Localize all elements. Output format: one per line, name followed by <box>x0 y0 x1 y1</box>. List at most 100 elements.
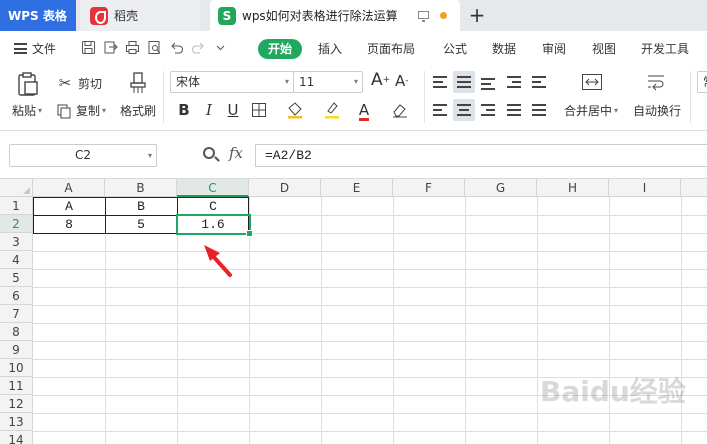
redo-icon[interactable] <box>190 40 206 56</box>
align-bottom-icon[interactable] <box>477 71 499 93</box>
cell-b1[interactable]: B <box>105 198 177 216</box>
cell-a1[interactable]: A <box>33 198 105 216</box>
tab-document[interactable]: S wps如何对表格进行除法运算 <box>210 0 460 31</box>
row-header-5[interactable]: 5 <box>0 269 33 287</box>
distributed-align-icon[interactable] <box>528 99 550 121</box>
customize-chevron-icon[interactable] <box>212 40 228 56</box>
active-cell-selection[interactable] <box>176 214 253 237</box>
font-name-select[interactable]: 宋体 ▾ <box>170 71 294 93</box>
print-preview-icon[interactable] <box>146 40 162 56</box>
column-header-f[interactable]: F <box>393 179 465 197</box>
row-header-3[interactable]: 3 <box>0 233 33 251</box>
justify-icon[interactable] <box>503 99 525 121</box>
decrease-indent-icon[interactable] <box>503 71 525 93</box>
daoke-logo-icon <box>90 6 108 25</box>
name-box[interactable]: C2 ▾ <box>9 144 157 167</box>
format-painter-icon[interactable] <box>128 71 148 95</box>
column-header-j-partial[interactable] <box>681 179 707 197</box>
zoom-icon[interactable] <box>203 147 215 159</box>
decrease-font-icon[interactable]: A- <box>395 72 409 90</box>
export-icon[interactable] <box>102 40 118 56</box>
column-header-i[interactable]: I <box>609 179 681 197</box>
tab-insert[interactable]: 插入 <box>318 39 342 59</box>
border-icon[interactable] <box>248 99 270 121</box>
fx-icon[interactable]: fx <box>229 144 243 162</box>
increase-indent-icon[interactable] <box>528 71 550 93</box>
new-tab-button[interactable]: + <box>466 4 488 26</box>
formula-input[interactable]: =A2/B2 <box>255 144 707 167</box>
font-color-icon[interactable]: A <box>353 99 375 121</box>
tab-start[interactable]: 开始 <box>258 39 303 59</box>
tab-page-layout[interactable]: 页面布局 <box>367 39 415 59</box>
scissors-icon: ✂ <box>58 74 72 92</box>
row-header-13[interactable]: 13 <box>0 413 33 431</box>
cell-a2[interactable]: 8 <box>33 216 105 234</box>
paste-label[interactable]: 粘贴 ▾ <box>12 102 42 119</box>
align-left-icon[interactable] <box>429 99 451 121</box>
copy-button[interactable]: 复制 ▾ <box>56 102 106 119</box>
gridline <box>393 197 394 444</box>
gridline <box>33 431 707 432</box>
highlight-icon[interactable] <box>321 99 343 121</box>
increase-font-icon[interactable]: A + <box>371 70 390 90</box>
column-header-c[interactable]: C <box>177 179 249 197</box>
title-bar: WPS 表格 稻壳 S wps如何对表格进行除法运算 + <box>0 0 707 31</box>
row-header-7[interactable]: 7 <box>0 305 33 323</box>
menu-bar: 文件 开始 插入 页面布局 公式 数据 审阅 视图 开发工具 <box>0 31 707 65</box>
row-header-1[interactable]: 1 <box>0 197 33 215</box>
align-right-icon[interactable] <box>477 99 499 121</box>
wrap-text-button[interactable]: 自动换行 <box>633 102 681 119</box>
row-header-2[interactable]: 2 <box>0 215 33 233</box>
merge-center-button[interactable]: 合并居中 ▾ <box>564 102 618 119</box>
select-all-corner[interactable] <box>0 179 33 197</box>
align-middle-icon[interactable] <box>453 71 475 93</box>
italic-icon[interactable]: I <box>198 99 220 121</box>
column-header-h[interactable]: H <box>537 179 609 197</box>
row-header-12[interactable]: 12 <box>0 395 33 413</box>
monitor-icon[interactable] <box>418 11 429 22</box>
tab-label: WPS 表格 <box>8 9 67 23</box>
bold-icon[interactable]: B <box>173 99 195 121</box>
cell-b2[interactable]: 5 <box>105 216 177 234</box>
column-header-a[interactable]: A <box>33 179 105 197</box>
wrap-text-icon[interactable] <box>645 71 667 93</box>
tab-daoke[interactable]: 稻壳 <box>80 0 200 31</box>
column-header-b[interactable]: B <box>105 179 177 197</box>
format-painter-label[interactable]: 格式刷 <box>120 102 156 119</box>
font-size-select[interactable]: 11 ▾ <box>293 71 363 93</box>
tab-label: 稻壳 <box>114 9 139 23</box>
merge-center-icon[interactable] <box>581 71 603 93</box>
tab-formulas[interactable]: 公式 <box>443 39 467 59</box>
gridline <box>33 251 707 252</box>
column-header-g[interactable]: G <box>465 179 537 197</box>
tab-developer[interactable]: 开发工具 <box>641 39 689 59</box>
column-header-e[interactable]: E <box>321 179 393 197</box>
row-header-11[interactable]: 11 <box>0 377 33 395</box>
align-center-icon[interactable] <box>453 99 475 121</box>
tab-data[interactable]: 数据 <box>492 39 516 59</box>
paste-button[interactable] <box>14 71 44 97</box>
underline-icon[interactable]: U <box>222 99 244 121</box>
clipboard-icon <box>18 72 38 96</box>
number-format-select[interactable]: 常 <box>697 71 707 93</box>
clear-format-icon[interactable] <box>389 99 411 121</box>
row-header-14[interactable]: 14 <box>0 431 33 444</box>
save-icon[interactable] <box>80 40 96 56</box>
undo-icon[interactable] <box>168 40 184 56</box>
row-header-8[interactable]: 8 <box>0 323 33 341</box>
column-header-d[interactable]: D <box>249 179 321 197</box>
align-top-icon[interactable] <box>429 71 451 93</box>
row-header-6[interactable]: 6 <box>0 287 33 305</box>
file-menu[interactable]: 文件 <box>14 40 56 57</box>
cut-button[interactable]: ✂ 剪切 <box>56 74 102 92</box>
tab-wps-spreadsheet[interactable]: WPS 表格 <box>0 0 76 31</box>
file-menu-label: 文件 <box>32 42 57 56</box>
fill-color-icon[interactable] <box>284 99 306 121</box>
tab-review[interactable]: 审阅 <box>542 39 566 59</box>
row-header-4[interactable]: 4 <box>0 251 33 269</box>
ribbon-separator <box>690 71 691 123</box>
print-icon[interactable] <box>124 40 140 56</box>
row-header-9[interactable]: 9 <box>0 341 33 359</box>
tab-view[interactable]: 视图 <box>592 39 616 59</box>
row-header-10[interactable]: 10 <box>0 359 33 377</box>
